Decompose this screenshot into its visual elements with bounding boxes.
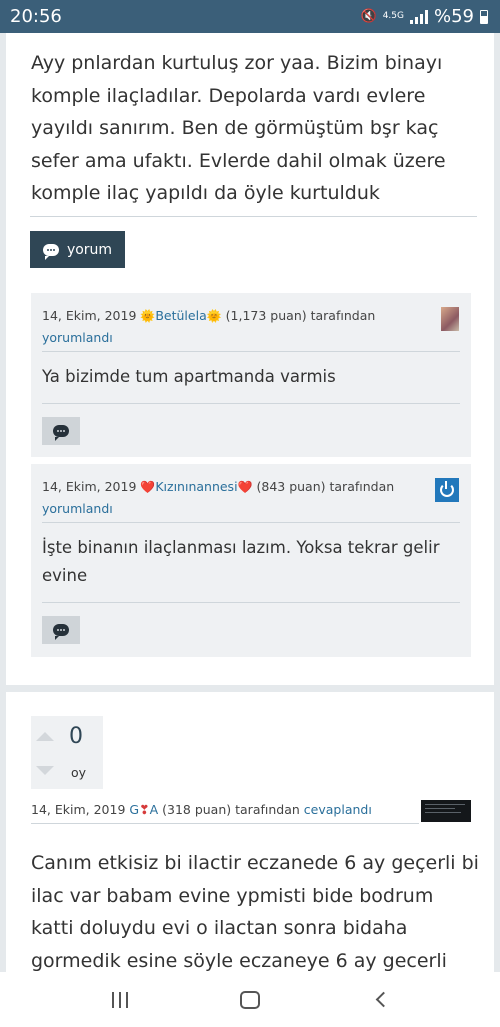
answer-username-part: G [129,802,140,817]
answer-permalink[interactable]: cevaplandı [304,802,372,817]
answer-points: (318 puan) [162,802,232,817]
answer-text: Canım etkisiz bi ilactir eczanede 6 ay g… [31,852,479,972]
comment-item: 14, Ekim, 2019 ❤️Kızınınannesi❤️ (843 pu… [31,464,471,657]
battery-icon [480,9,488,24]
answer-username[interactable]: G❣A [129,802,158,817]
vote-box: 0 oy [31,716,103,789]
comment-icon [53,624,69,640]
comment-date: 14, Ekim, 2019 [42,308,137,323]
mute-vibrate-icon: 🔇 [360,9,377,24]
answer-username-part: A [149,802,159,817]
sun-emoji-icon: 🌞 [206,309,222,323]
heart-emoji-icon: ❤️ [140,480,156,494]
comment-permalink[interactable]: yorumlandı [42,501,113,516]
status-time: 20:56 [10,6,62,27]
back-icon [375,991,391,1008]
sun-emoji-icon: 🌞 [140,309,156,323]
battery-level: %59 [433,6,474,27]
comment-by-label: tarafından [310,308,376,323]
answer-meta: 14, Ekim, 2019 G❣A (318 puan) tarafından… [31,802,372,817]
avatar[interactable] [435,478,459,502]
comment-text: İşte binanın ilaçlanması lazım. Yoksa te… [42,538,440,585]
comment-button-label: yorum [66,241,113,258]
back-button[interactable] [360,980,400,1020]
divider [42,522,460,523]
comment-button[interactable]: yorum [30,231,125,268]
recents-button[interactable] [100,980,140,1020]
post-card: Ayy pnlardan kurtuluş zor yaa. Bizim bin… [6,33,494,685]
divider [30,216,477,217]
status-icons: 🔇 4.5G %59 [360,6,488,27]
answer-by-label: tarafından [235,802,300,817]
power-icon [440,481,454,497]
comment-text: Ya bizimde tum apartmanda varmis [42,367,336,386]
comment-username[interactable]: Kızınınannesi [155,479,237,494]
comment-meta: 14, Ekim, 2019 🌞Betülela🌞 (1,173 puan) t… [42,305,422,348]
home-icon [240,990,260,1009]
comment-date: 14, Ekim, 2019 [42,479,137,494]
heart-exclamation-icon: ❣ [139,802,150,817]
network-type: 4.5G [382,11,404,21]
divider [42,351,460,352]
comment-by-label: tarafından [329,479,395,494]
comment-item: 14, Ekim, 2019 🌞Betülela🌞 (1,173 puan) t… [31,293,471,457]
divider [42,602,460,603]
avatar[interactable] [441,307,459,331]
recents-icon [112,991,128,1008]
avatar[interactable] [421,800,471,822]
comment-points: (1,173 puan) [225,308,307,323]
post-body: Ayy pnlardan kurtuluş zor yaa. Bizim bin… [31,52,446,204]
answer-date: 14, Ekim, 2019 [31,802,126,817]
status-bar: 20:56 🔇 4.5G %59 [0,0,500,33]
reply-comment-button[interactable] [42,616,80,644]
signal-icon [409,9,428,24]
divider [42,403,460,404]
comment-icon [53,425,69,441]
comment-username[interactable]: Betülela [155,308,206,323]
heart-emoji-icon: ❤️ [237,480,253,494]
system-nav-bar [0,972,500,1027]
vote-up-icon[interactable] [36,732,54,741]
answer-card: 0 oy 14, Ekim, 2019 G❣A (318 puan) taraf… [6,692,494,972]
comment-points: (843 puan) [256,479,326,494]
vote-down-icon[interactable] [36,766,54,775]
divider [31,823,419,824]
vote-count: 0 [69,724,83,749]
comment-icon [42,243,59,260]
vote-label: oy [71,765,87,780]
reply-comment-button[interactable] [42,417,80,445]
home-button[interactable] [230,980,270,1020]
comment-meta: 14, Ekim, 2019 ❤️Kızınınannesi❤️ (843 pu… [42,476,422,519]
comment-permalink[interactable]: yorumlandı [42,330,113,345]
